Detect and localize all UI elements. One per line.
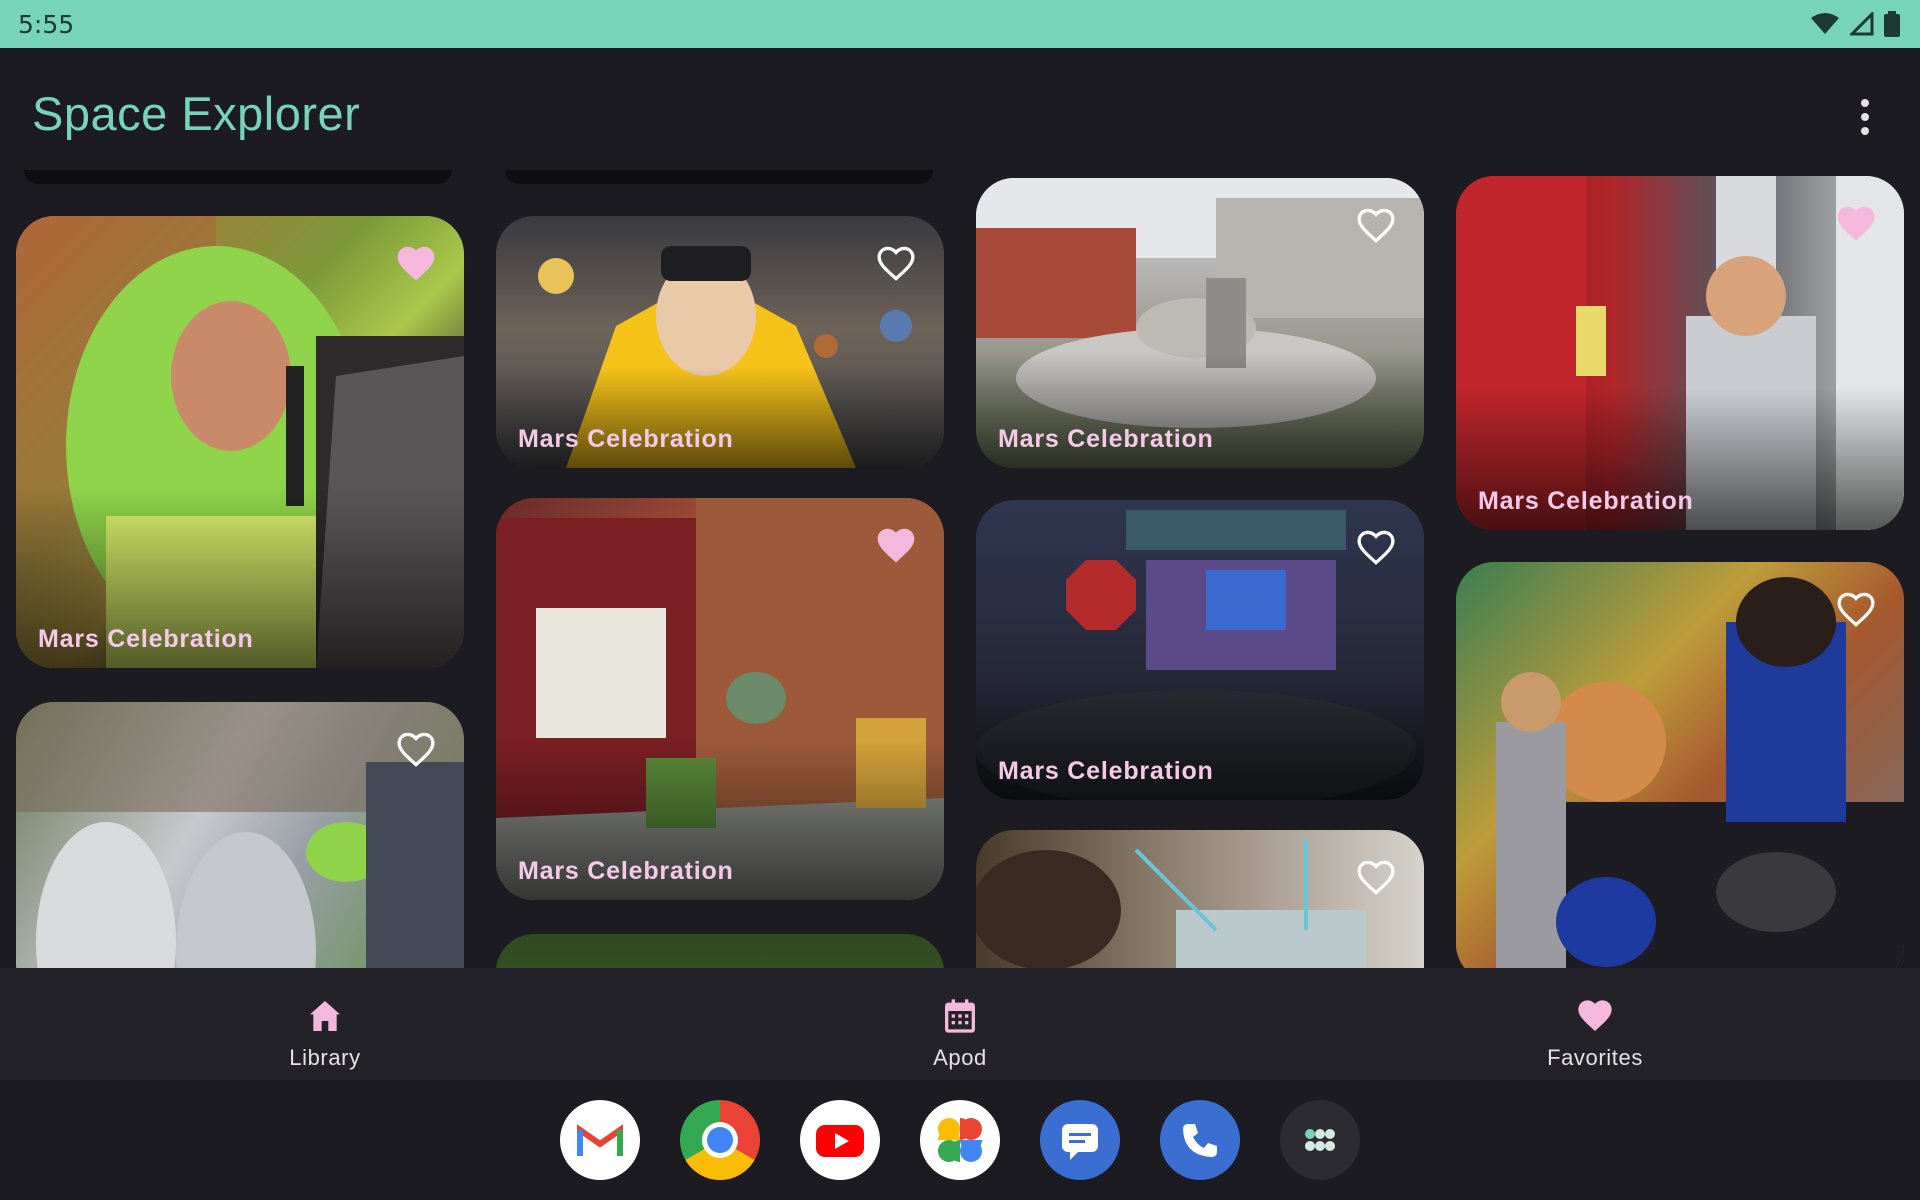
- photo-card[interactable]: [976, 830, 1424, 968]
- nav-favorites-label: Favorites: [1547, 1045, 1643, 1070]
- more-vert-icon[interactable]: [1850, 92, 1880, 142]
- favorite-filled-icon[interactable]: [394, 242, 438, 286]
- nav-library[interactable]: Library: [215, 996, 435, 1071]
- card-caption: Mars Celebration: [38, 625, 254, 653]
- photos-icon[interactable]: [920, 1100, 1000, 1180]
- status-icons: [1810, 11, 1900, 37]
- favorite-outline-icon[interactable]: [1834, 588, 1878, 632]
- youtube-icon[interactable]: [800, 1100, 880, 1180]
- photo-card[interactable]: [1456, 562, 1904, 968]
- favorite-outline-icon[interactable]: [1354, 526, 1398, 570]
- favorite-outline-icon[interactable]: [394, 728, 438, 772]
- photo-card[interactable]: Mars Celebration: [1456, 176, 1904, 530]
- card-caption: Mars Celebration: [998, 757, 1214, 785]
- photo-grid[interactable]: Mars Celebration Mars Celebration Mars C…: [0, 170, 1920, 968]
- favorite-filled-icon: [1578, 1000, 1612, 1031]
- nav-library-label: Library: [289, 1045, 361, 1070]
- app-title: Space Explorer: [32, 87, 361, 140]
- app-drawer-icon[interactable]: [1280, 1100, 1360, 1180]
- card-peek: [24, 170, 452, 184]
- nav-favorites[interactable]: Favorites: [1485, 996, 1705, 1071]
- favorite-filled-icon[interactable]: [874, 524, 918, 568]
- photo-card[interactable]: Mars Celebration: [976, 500, 1424, 800]
- phone-icon[interactable]: [1160, 1100, 1240, 1180]
- photo-card[interactable]: Mars Celebration: [16, 216, 464, 668]
- card-peek: [505, 170, 933, 184]
- chrome-icon[interactable]: [680, 1100, 760, 1180]
- favorite-outline-icon[interactable]: [1354, 204, 1398, 248]
- photo-card[interactable]: [496, 934, 944, 968]
- photo-card[interactable]: Mars Celebration: [496, 498, 944, 900]
- bottom-navigation: Library Apod Favorites: [0, 968, 1920, 1080]
- card-caption: Mars Celebration: [518, 857, 734, 885]
- photo-card[interactable]: [16, 702, 464, 968]
- calendar-icon: [945, 999, 975, 1033]
- status-time: 5:55: [18, 9, 75, 39]
- favorite-outline-icon[interactable]: [874, 242, 918, 286]
- battery-icon: [1884, 11, 1900, 37]
- wifi-icon: [1811, 13, 1839, 34]
- top-app-bar: Space Explorer: [0, 48, 1920, 178]
- status-bar: 5:55: [0, 0, 1920, 48]
- favorite-filled-icon[interactable]: [1834, 202, 1878, 246]
- nav-apod[interactable]: Apod: [850, 996, 1070, 1071]
- card-caption: Mars Celebration: [1478, 487, 1694, 515]
- card-caption: Mars Celebration: [998, 425, 1214, 453]
- home-icon: [310, 1001, 340, 1031]
- card-caption: Mars Celebration: [518, 425, 734, 453]
- messages-icon[interactable]: [1040, 1100, 1120, 1180]
- photo-card[interactable]: Mars Celebration: [976, 178, 1424, 468]
- gmail-icon[interactable]: [560, 1100, 640, 1180]
- photo-card[interactable]: Mars Celebration: [496, 216, 944, 468]
- nav-apod-label: Apod: [933, 1045, 987, 1070]
- favorite-outline-icon[interactable]: [1354, 856, 1398, 900]
- app-dock: [0, 1080, 1920, 1200]
- signal-icon: [1850, 12, 1874, 36]
